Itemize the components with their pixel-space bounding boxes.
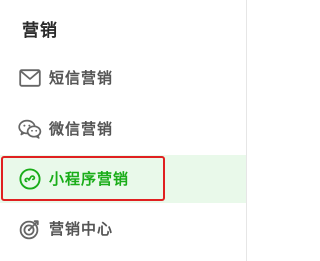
sidebar-item-mini-program-marketing[interactable]: 小程序营销 bbox=[0, 155, 246, 203]
sidebar-item-label: 微信营销 bbox=[49, 120, 114, 138]
sidebar-item-sms-marketing[interactable]: 短信营销 bbox=[0, 54, 246, 102]
marketing-sidebar: 营销 短信营销 微信营销 小程序营销 营销中心 bbox=[0, 0, 246, 261]
mini-program-icon bbox=[18, 167, 42, 191]
sidebar-divider bbox=[246, 0, 247, 261]
sidebar-item-marketing-center[interactable]: 营销中心 bbox=[0, 205, 246, 253]
sidebar-item-label: 短信营销 bbox=[49, 69, 114, 87]
wechat-icon bbox=[18, 117, 42, 141]
sidebar-item-wechat-marketing[interactable]: 微信营销 bbox=[0, 105, 246, 153]
target-icon bbox=[18, 217, 42, 241]
sidebar-item-label: 营销中心 bbox=[49, 220, 114, 238]
section-title: 营销 bbox=[22, 21, 58, 41]
sidebar-item-label: 小程序营销 bbox=[49, 170, 130, 188]
mail-icon bbox=[18, 66, 42, 90]
